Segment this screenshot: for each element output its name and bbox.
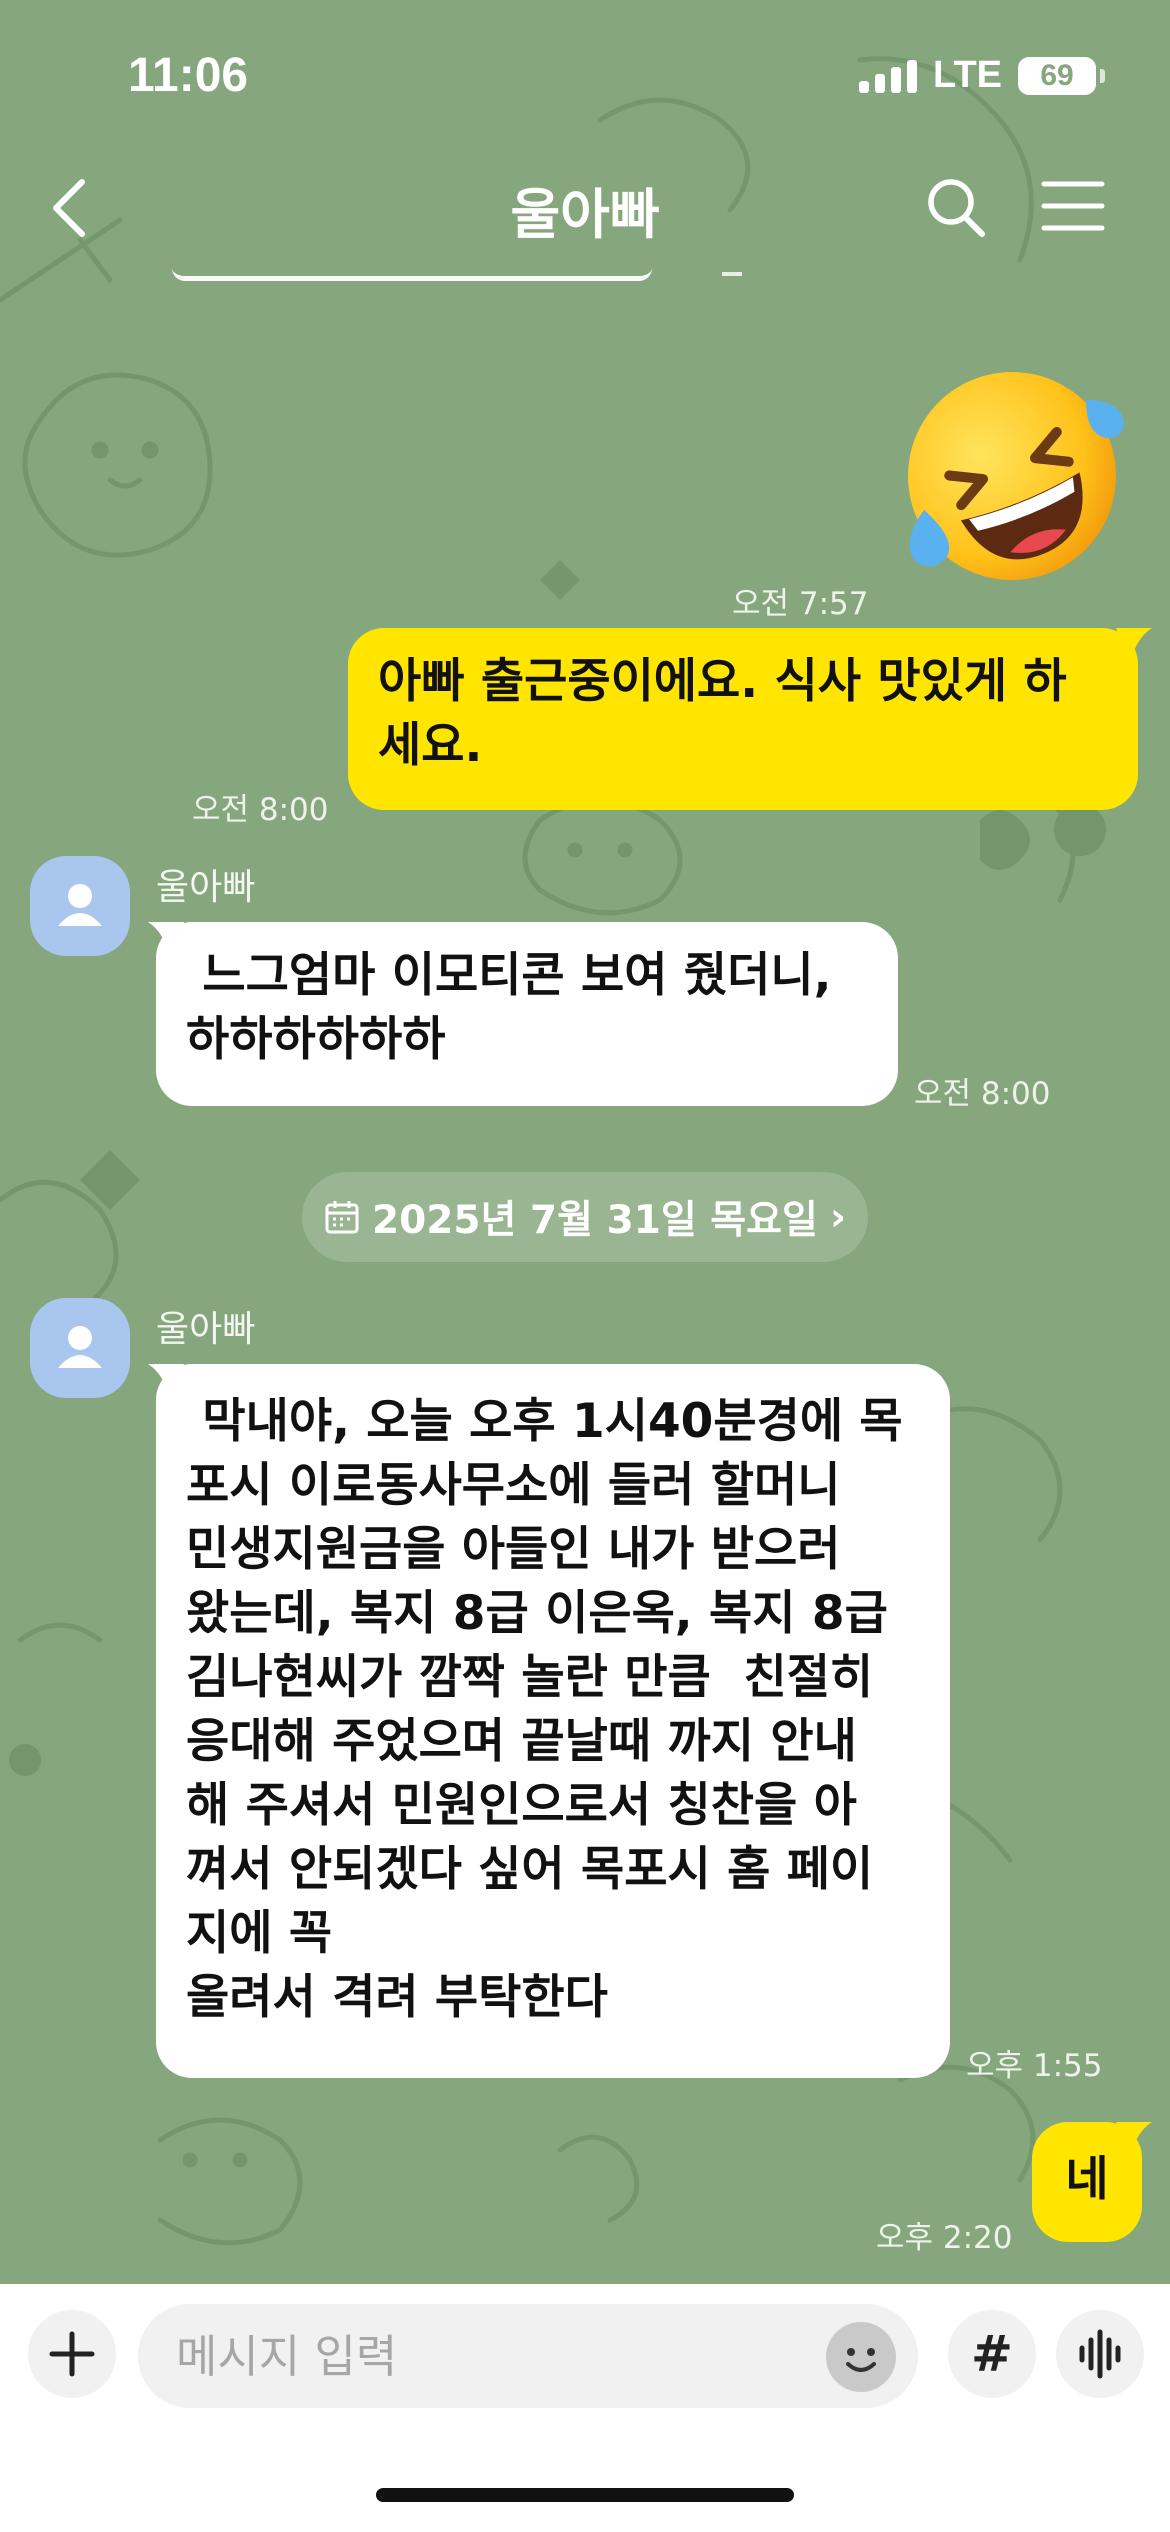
hashtag-search-button[interactable]: #	[948, 2310, 1036, 2398]
battery-icon: 69	[1018, 56, 1105, 95]
notice-bar-edge	[172, 268, 652, 281]
their-message-bubble[interactable]: 느그엄마 이모티콘 보여 줬더니, 하하하하하하	[156, 922, 898, 1106]
home-indicator	[376, 2488, 794, 2502]
bubble-tail	[1116, 2122, 1152, 2158]
calendar-icon	[325, 1201, 359, 1234]
avatar[interactable]	[30, 856, 130, 956]
message-time: 오전 7:57	[732, 586, 869, 622]
menu-button[interactable]	[1040, 176, 1106, 236]
message-time: 오후 2:20	[876, 2220, 1013, 2256]
attach-button[interactable]	[28, 2310, 116, 2398]
hamburger-menu-icon	[1041, 181, 1105, 231]
my-message-bubble[interactable]: 아빠 출근중이에요. 식사 맛있게 하 세요.	[348, 628, 1138, 810]
default-profile-icon	[58, 884, 102, 926]
chat-title: 울아빠	[510, 183, 660, 246]
their-message-bubble[interactable]: 막내야, 오늘 오후 1시40분경에 목 포시 이로동사무소에 들러 할머니 민…	[156, 1364, 950, 2078]
message-time: 오전 8:00	[914, 1076, 1051, 1112]
date-label: 2025년 7월 31일 목요일	[371, 1198, 818, 1243]
default-profile-icon	[58, 1326, 102, 1368]
voice-message-button[interactable]	[1056, 2310, 1144, 2398]
network-label: LTE	[933, 54, 1002, 96]
signal-strength-icon	[859, 59, 918, 93]
date-separator[interactable]: 2025년 7월 31일 목요일 ›	[302, 1172, 868, 1262]
laughing-tears-emoticon[interactable]	[896, 360, 1128, 592]
message-input[interactable]	[138, 2304, 918, 2408]
smiley-icon	[846, 2348, 876, 2372]
emoticon-button[interactable]	[826, 2322, 896, 2392]
battery-level: 69	[1040, 58, 1074, 92]
sender-name: 울아빠	[156, 1309, 256, 1350]
notice-indicator	[722, 272, 742, 276]
status-indicators: LTE 69	[859, 54, 1105, 97]
message-time: 오후 1:55	[966, 2048, 1103, 2084]
plus-icon	[49, 2331, 95, 2377]
chevron-right-icon: ›	[829, 1194, 847, 1240]
voice-wave-icon	[1079, 2329, 1121, 2379]
message-time: 오전 8:00	[192, 792, 329, 828]
search-button[interactable]	[924, 172, 988, 242]
status-time: 11:06	[128, 49, 249, 102]
search-icon	[928, 179, 985, 237]
bubble-tail	[1116, 628, 1152, 664]
sender-name: 울아빠	[156, 867, 256, 908]
avatar[interactable]	[30, 1298, 130, 1398]
